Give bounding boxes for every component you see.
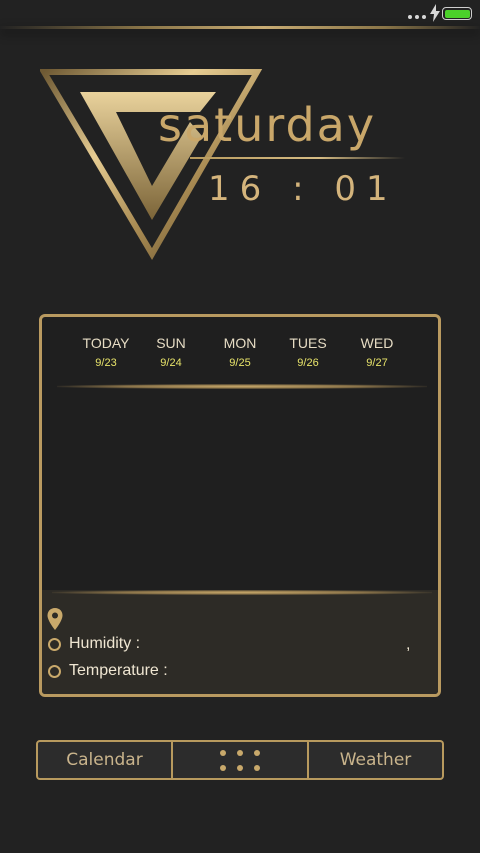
top-divider <box>0 26 480 29</box>
bottom-nav: Calendar Weather <box>36 740 444 780</box>
forecast-days: TODAY 9/23 SUN 9/24 MON 9/25 TUES 9/26 W… <box>42 335 438 375</box>
humidity-row: Humidity : <box>48 635 140 653</box>
clock-time[interactable]: 16 : 01 <box>208 172 398 206</box>
day-of-week: saturday <box>158 98 377 152</box>
calendar-button[interactable]: Calendar <box>36 740 173 780</box>
info-divider <box>52 590 432 595</box>
forecast-divider <box>57 384 427 389</box>
apps-grid-icon <box>220 749 260 771</box>
status-bar <box>0 0 480 28</box>
battery-level <box>444 9 470 18</box>
humidity-separator: , <box>406 636 411 653</box>
weather-info: Humidity : , Temperature : <box>42 590 438 694</box>
forecast-day[interactable]: TUES 9/26 <box>268 335 348 369</box>
day-date: 9/26 <box>297 357 319 369</box>
location-pin-icon[interactable] <box>46 607 64 631</box>
more-dots-icon <box>408 15 426 19</box>
forecast-day[interactable]: SUN 9/24 <box>131 335 211 369</box>
forecast-day[interactable]: WED 9/27 <box>337 335 417 369</box>
temperature-label: Temperature : <box>69 662 168 679</box>
day-date: 9/27 <box>366 357 388 369</box>
forecast-panel: TODAY 9/23 SUN 9/24 MON 9/25 TUES 9/26 W… <box>39 314 441 697</box>
bullet-icon <box>48 637 61 651</box>
bullet-icon <box>48 664 61 678</box>
battery-icon <box>442 7 472 20</box>
day-name: SUN <box>156 335 186 351</box>
temperature-row: Temperature : <box>48 662 168 680</box>
triangle-logo-icon <box>40 69 263 260</box>
apps-button[interactable] <box>173 740 309 780</box>
bolt-icon <box>430 4 440 22</box>
humidity-label: Humidity : <box>69 635 141 652</box>
day-date: 9/24 <box>160 357 182 369</box>
day-name: TUES <box>289 335 327 351</box>
day-underline <box>190 157 405 159</box>
weather-button[interactable]: Weather <box>309 740 444 780</box>
day-name: WED <box>360 335 394 351</box>
